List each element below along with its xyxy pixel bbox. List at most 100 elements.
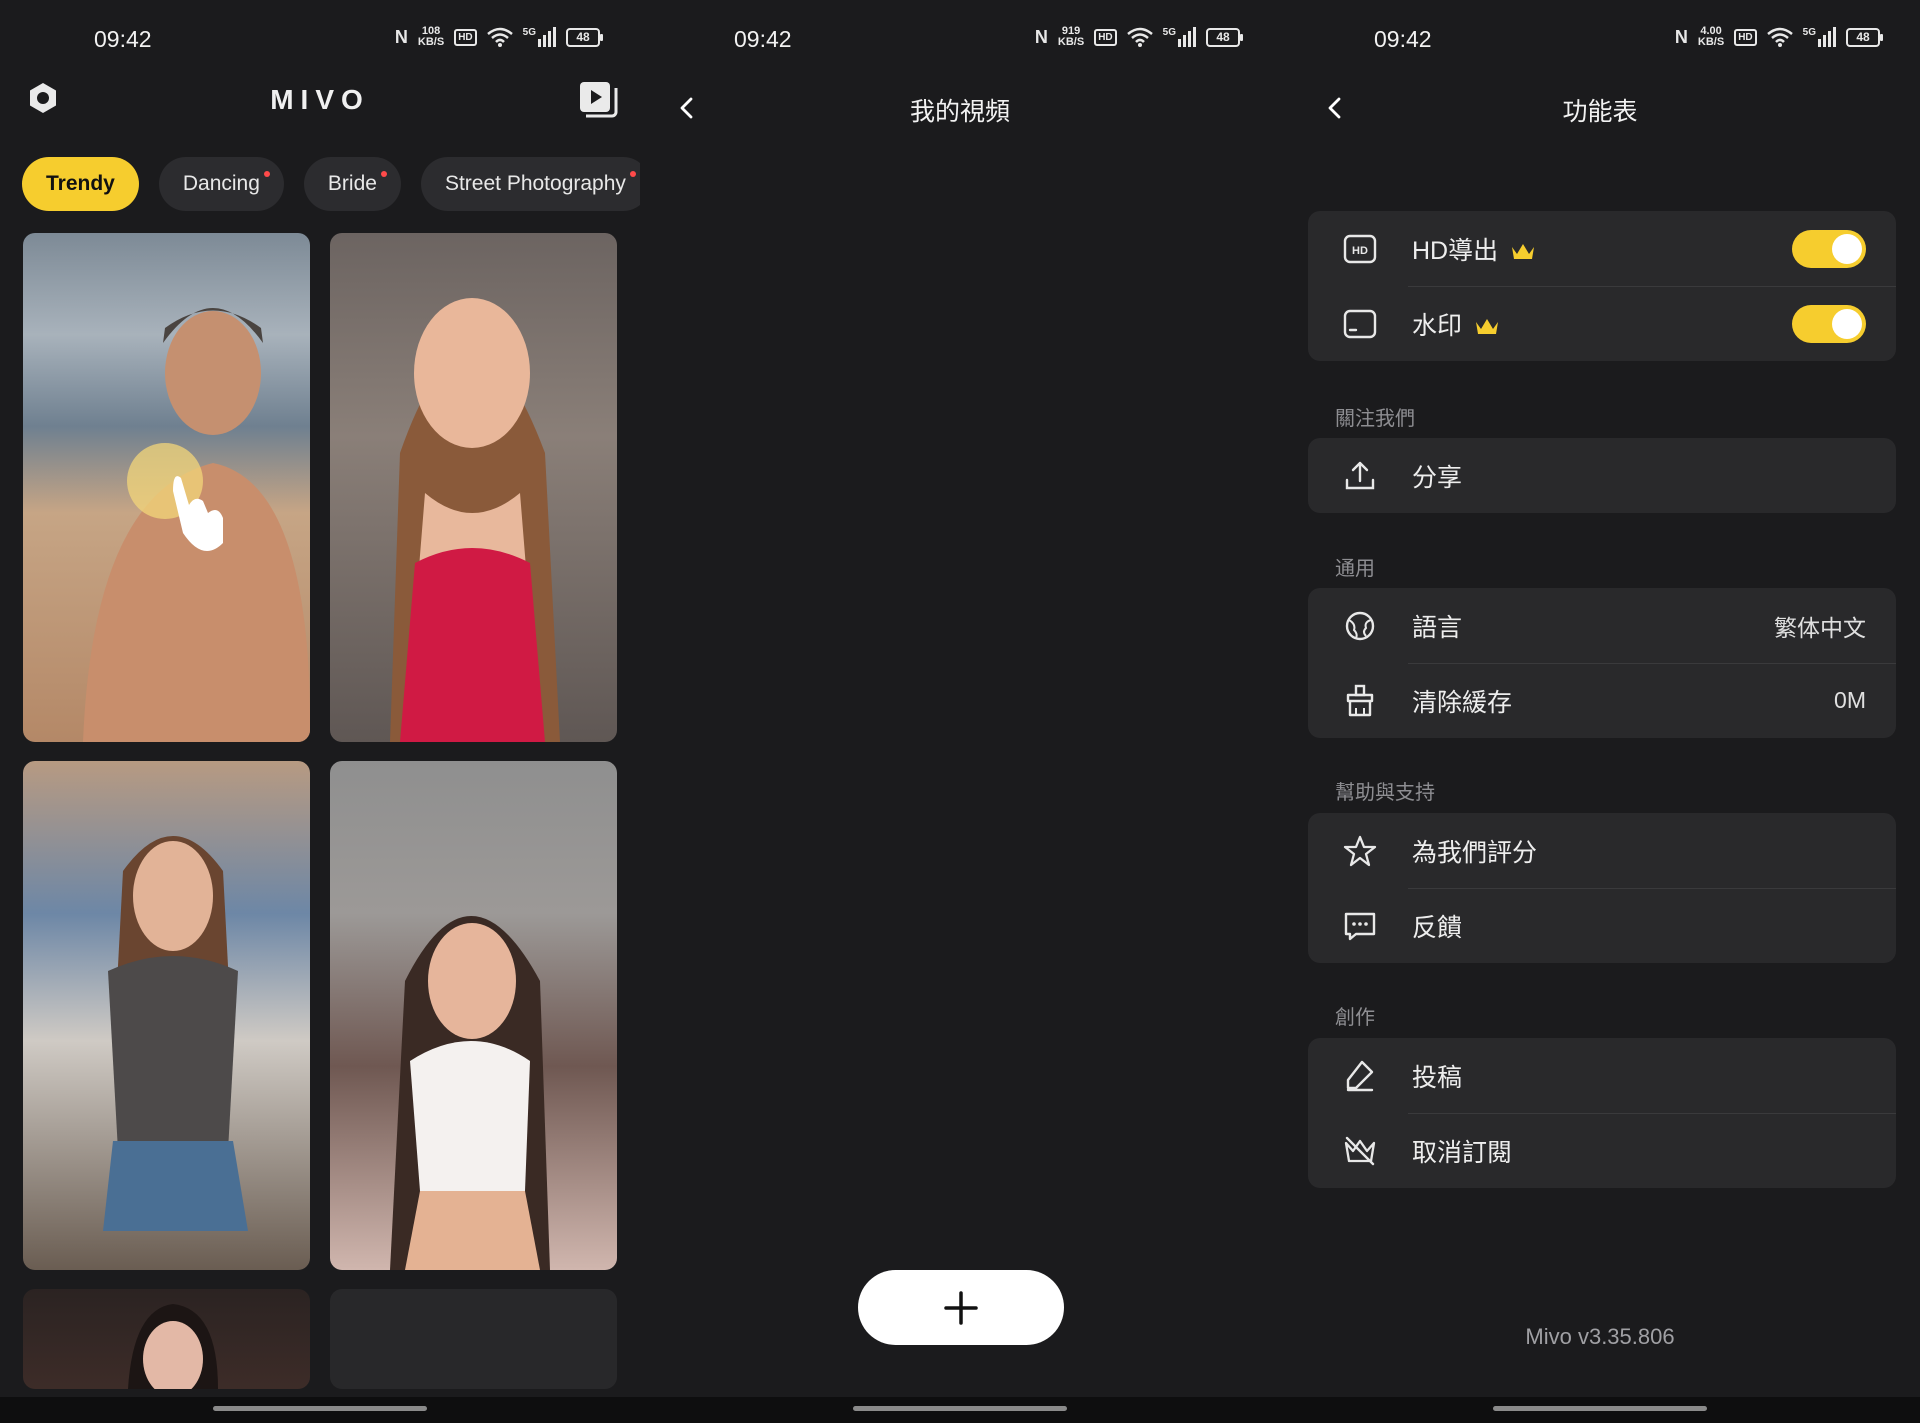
- section-create: 創作: [1335, 1007, 1375, 1029]
- top-nav: 功能表: [1280, 80, 1920, 140]
- signal-icon: 5G: [1163, 27, 1196, 47]
- hd-voice-icon: HD: [1094, 28, 1117, 46]
- tab-trendy[interactable]: Trendy: [22, 157, 139, 211]
- status-time: 09:42: [94, 26, 152, 52]
- network-speed: 919 KB/S: [1058, 26, 1084, 48]
- battery-icon: 48: [1846, 27, 1883, 47]
- follow-group: 分享: [1308, 438, 1896, 513]
- status-icons: N 919 KB/S HD 5G 48: [1035, 26, 1243, 48]
- language-value: 繁体中文: [1774, 614, 1866, 641]
- wifi-icon: [1766, 27, 1793, 47]
- toggle-knob: [1832, 308, 1862, 339]
- create-group: 投稿 取消訂閱: [1308, 1038, 1896, 1188]
- template-card[interactable]: [23, 233, 310, 742]
- help-group: 為我們評分 反饋: [1308, 813, 1896, 963]
- template-thumbnail: [83, 308, 310, 742]
- template-card[interactable]: [330, 761, 617, 1270]
- nfc-icon: N: [394, 26, 408, 47]
- network-speed: 108 KB/S: [418, 26, 444, 48]
- rate-us-label: 為我們評分: [1412, 838, 1538, 867]
- page-title: 我的視頻: [909, 98, 1010, 126]
- new-badge: [629, 171, 636, 177]
- template-card[interactable]: [330, 233, 617, 742]
- template-thumbnail: [390, 916, 550, 1270]
- hd-export-row[interactable]: HD HD導出: [1308, 211, 1896, 286]
- plus-icon: [944, 1290, 978, 1325]
- status-time: 09:42: [734, 26, 792, 52]
- my-videos-icon[interactable]: [578, 80, 618, 120]
- speed-unit: KB/S: [1057, 36, 1085, 48]
- clear-cache-row[interactable]: 清除緩存 0M: [1308, 663, 1896, 738]
- section-help-support: 幫助與支持: [1335, 782, 1435, 804]
- battery-icon: 48: [1206, 27, 1243, 47]
- pen-icon: [1346, 1060, 1374, 1092]
- watermark-row[interactable]: 水印: [1308, 286, 1896, 361]
- home-indicator[interactable]: [213, 1406, 427, 1411]
- new-badge: [263, 171, 270, 177]
- general-group: 語言 繁体中文 清除緩存 0M: [1308, 588, 1896, 738]
- battery-icon: 48: [566, 27, 603, 47]
- tab-street-photography[interactable]: Street Photography: [420, 157, 640, 211]
- nfc-icon: N: [1674, 26, 1688, 47]
- tab-label: Street Photography: [444, 172, 626, 195]
- home-indicator[interactable]: [1493, 1406, 1707, 1411]
- feedback-label: 反饋: [1412, 913, 1463, 942]
- status-bar: 09:42 N 4.00 KB/S HD 5G 48: [1280, 0, 1920, 80]
- template-card[interactable]: [330, 1289, 617, 1389]
- feedback-row[interactable]: 反饋: [1308, 888, 1896, 963]
- signal-type: 5G: [1802, 27, 1816, 38]
- tab-bride[interactable]: Bride: [303, 157, 401, 211]
- share-label: 分享: [1412, 463, 1463, 492]
- template-thumbnail: [103, 836, 248, 1231]
- hd-voice-icon: HD: [1734, 28, 1757, 46]
- status-time: 09:42: [1374, 26, 1432, 52]
- nav-bar: [1280, 1397, 1920, 1423]
- premium-options-group: HD HD導出 水印: [1308, 211, 1896, 361]
- submit-row[interactable]: 投稿: [1308, 1038, 1896, 1113]
- unsubscribe-crown-icon: [1344, 1136, 1376, 1166]
- unsubscribe-label: 取消訂閱: [1412, 1138, 1513, 1167]
- hd-voice-icon: HD: [454, 28, 477, 46]
- template-card[interactable]: [23, 1289, 310, 1389]
- add-video-button[interactable]: [858, 1270, 1064, 1345]
- signal-type: 5G: [522, 27, 536, 38]
- template-thumbnail: [128, 1304, 218, 1389]
- top-nav: 我的視頻: [640, 80, 1280, 140]
- speed-unit: KB/S: [417, 36, 445, 48]
- watermark-icon: [1343, 309, 1377, 339]
- share-icon: [1345, 461, 1375, 490]
- wifi-icon: [1126, 27, 1153, 47]
- home-indicator[interactable]: [853, 1406, 1067, 1411]
- nav-bar: [0, 1397, 640, 1423]
- page-title: 功能表: [1562, 98, 1638, 126]
- status-bar: 09:42 N 108 KB/S HD 5G 48: [0, 0, 640, 80]
- rate-us-row[interactable]: 為我們評分: [1308, 813, 1896, 888]
- watermark-toggle[interactable]: [1792, 304, 1866, 343]
- nav-bar: [640, 1397, 1280, 1423]
- template-card[interactable]: [23, 761, 310, 1270]
- crown-icon: [1512, 243, 1535, 259]
- template-thumbnail: [390, 298, 560, 742]
- app-version: Mivo v3.35.806: [1525, 1324, 1675, 1349]
- language-row[interactable]: 語言 繁体中文: [1308, 588, 1896, 663]
- toggle-knob: [1832, 233, 1862, 264]
- new-badge: [380, 171, 387, 177]
- section-follow-us: 關注我們: [1335, 408, 1415, 430]
- crown-icon: [1476, 318, 1499, 334]
- status-icons: N 4.00 KB/S HD 5G 48: [1674, 26, 1883, 48]
- settings-screen: 09:42 N 4.00 KB/S HD 5G 48 功能表 HD HD導出 水印…: [1280, 0, 1920, 1423]
- hd-export-label: HD導出: [1412, 231, 1536, 267]
- tab-dancing[interactable]: Dancing: [158, 157, 284, 211]
- status-icons: N 108 KB/S HD 5G 48: [394, 26, 603, 48]
- home-screen: 09:42 N 108 KB/S HD 5G 48 MIVO Trendy Dan…: [0, 0, 640, 1423]
- category-tabs: Trendy Dancing Bride Street Photography: [22, 157, 640, 211]
- status-bar: 09:42 N 919 KB/S HD 5G 48: [640, 0, 1280, 80]
- signal-icon: 5G: [523, 27, 556, 47]
- share-row[interactable]: 分享: [1308, 438, 1896, 513]
- tab-label: Dancing: [182, 172, 260, 195]
- speed-unit: KB/S: [1697, 36, 1725, 48]
- hd-export-toggle[interactable]: [1792, 229, 1866, 268]
- svg-text:HD: HD: [1352, 245, 1368, 257]
- home-header: MIVO: [0, 80, 640, 135]
- unsubscribe-row[interactable]: 取消訂閱: [1308, 1113, 1896, 1188]
